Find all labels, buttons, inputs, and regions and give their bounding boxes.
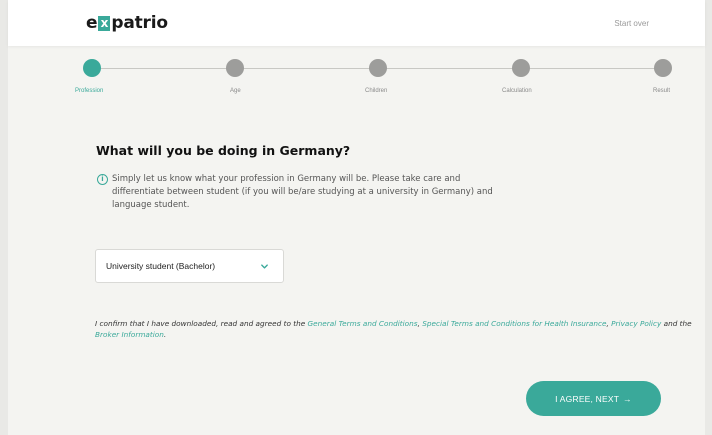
link-privacy-policy[interactable]: Privacy Policy (611, 319, 661, 328)
progress-stepper: Profession Age Children Calculation Resu… (8, 58, 705, 98)
link-general-terms[interactable]: General Terms and Conditions (308, 319, 418, 328)
step-label-result: Result (653, 88, 671, 94)
step-dot-age (226, 59, 244, 77)
step-dot-result (654, 59, 672, 77)
terms-suffix: . (163, 330, 167, 339)
arrow-right-icon: → (623, 393, 632, 404)
step-dot-calculation (512, 59, 530, 77)
link-broker-information[interactable]: Broker Information (95, 330, 164, 339)
page-frame: e x patrio Start over Profession Age Child… (8, 0, 705, 435)
step-label-age: Age (230, 88, 241, 94)
info-icon: i (97, 174, 108, 185)
step-label-profession: Profession (75, 88, 104, 94)
expatrio-logo[interactable]: e x patrio (86, 13, 168, 33)
terms-prefix: I confirm that I have downloaded, read a… (95, 319, 308, 328)
start-over-link[interactable]: Start over (614, 19, 649, 28)
logo-text-end: patrio (111, 13, 168, 33)
agree-next-label: I AGREE, NEXT (555, 393, 620, 404)
step-dot-profession (83, 59, 101, 77)
step-label-children: Children (365, 88, 388, 94)
terms-confirmation: I confirm that I have downloaded, read a… (95, 318, 695, 340)
step-dot-children (369, 59, 387, 77)
link-special-terms[interactable]: Special Terms and Conditions for Health … (422, 319, 606, 328)
terms-and-the: and the (661, 319, 692, 328)
top-header: e x patrio Start over (8, 0, 705, 46)
step-label-calculation: Calculation (502, 88, 532, 94)
profession-select-value: University student (Bachelor) (106, 261, 216, 271)
page-title: What will you be doing in Germany? (96, 143, 351, 158)
agree-next-button[interactable]: I AGREE, NEXT → (526, 381, 661, 416)
logo-text-start: e (86, 13, 98, 33)
profession-select[interactable]: University student (Bachelor) (95, 249, 284, 283)
logo-x-icon: x (98, 15, 111, 31)
info-text: Simply let us know what your profession … (112, 174, 493, 210)
chevron-down-icon (261, 264, 268, 269)
